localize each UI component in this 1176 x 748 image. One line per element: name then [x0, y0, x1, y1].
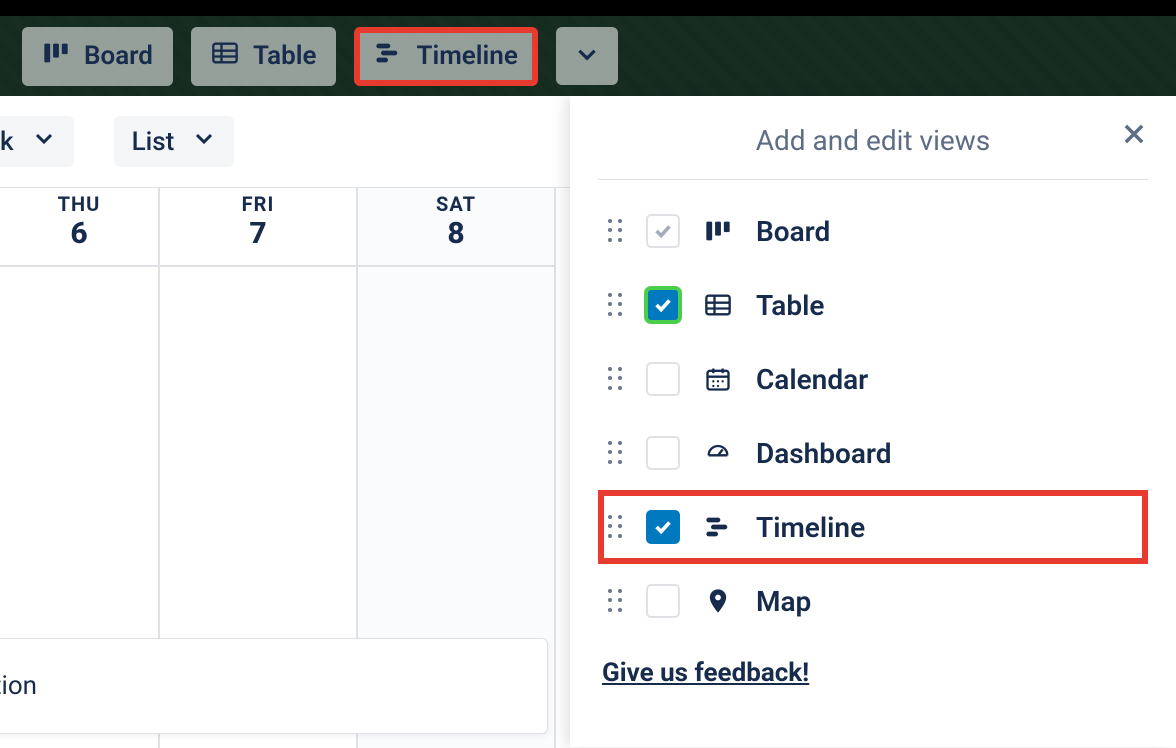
view-row-dashboard[interactable]: Dashboard: [598, 416, 1148, 490]
checkbox-calendar[interactable]: [646, 362, 680, 396]
panel-header: Add and edit views: [598, 124, 1148, 180]
timeline-card[interactable]: tion: [0, 638, 548, 734]
calendar-icon: [702, 365, 734, 393]
timeline-icon: [374, 39, 402, 74]
table-icon: [702, 291, 734, 319]
drag-handle-icon[interactable]: [608, 441, 624, 465]
table-icon: [211, 39, 239, 74]
chevron-down-icon: [32, 126, 56, 157]
list-button-label: List: [132, 127, 175, 157]
board-icon: [42, 39, 70, 74]
tab-table[interactable]: Table: [191, 27, 337, 86]
checkbox-map[interactable]: [646, 584, 680, 618]
tab-timeline-label: Timeline: [416, 41, 517, 71]
view-row-calendar[interactable]: Calendar: [598, 342, 1148, 416]
day-number: 8: [358, 216, 554, 251]
list-button[interactable]: List: [114, 116, 235, 167]
checkbox-table[interactable]: [646, 288, 680, 322]
map-pin-icon: [702, 587, 734, 615]
day-of-week: THU: [0, 192, 158, 216]
drag-handle-icon[interactable]: [608, 293, 624, 317]
dashboard-icon: [702, 439, 734, 467]
view-row-label: Timeline: [756, 511, 865, 544]
chevron-down-icon: [574, 41, 600, 71]
day-header: THU 6: [0, 188, 158, 267]
prev-button-label: k: [0, 127, 14, 157]
view-row-table[interactable]: Table: [598, 268, 1148, 342]
tab-board-label: Board: [84, 41, 153, 71]
view-row-label: Board: [756, 215, 830, 248]
day-header: FRI 7: [160, 188, 356, 267]
timeline-icon: [702, 513, 734, 541]
day-of-week: SAT: [358, 192, 554, 216]
checkbox-dashboard[interactable]: [646, 436, 680, 470]
day-of-week: FRI: [160, 192, 356, 216]
drag-handle-icon[interactable]: [608, 219, 624, 243]
view-list: Board Table Calendar Dashboard Timeline: [598, 180, 1148, 638]
checkbox-timeline[interactable]: [646, 510, 680, 544]
tab-timeline[interactable]: Timeline: [354, 27, 537, 86]
view-row-map[interactable]: Map: [598, 564, 1148, 638]
view-row-timeline[interactable]: Timeline: [598, 490, 1148, 564]
tab-more-dropdown[interactable]: [556, 27, 618, 85]
view-row-label: Calendar: [756, 363, 868, 396]
prev-button[interactable]: k: [0, 116, 74, 167]
drag-handle-icon[interactable]: [608, 515, 624, 539]
feedback-link-label: Give us feedback!: [602, 658, 809, 688]
panel-title: Add and edit views: [756, 124, 991, 157]
view-row-board[interactable]: Board: [598, 194, 1148, 268]
view-row-label: Map: [756, 585, 811, 618]
tab-board[interactable]: Board: [22, 27, 173, 86]
view-row-label: Table: [756, 289, 824, 322]
checkbox-board[interactable]: [646, 214, 680, 248]
timeline-card-tail: tion: [0, 671, 37, 701]
close-button[interactable]: [1120, 120, 1148, 152]
day-number: 7: [160, 216, 356, 251]
view-row-label: Dashboard: [756, 437, 892, 470]
board-icon: [702, 217, 734, 245]
chevron-down-icon: [192, 126, 216, 157]
add-edit-views-panel: Add and edit views Board Table Calendar: [570, 96, 1176, 747]
drag-handle-icon[interactable]: [608, 367, 624, 391]
close-icon: [1120, 133, 1148, 152]
top-black-bar: [0, 0, 1176, 16]
feedback-link[interactable]: Give us feedback!: [598, 658, 1148, 688]
tab-table-label: Table: [253, 41, 317, 71]
day-header: SAT 8: [358, 188, 554, 267]
day-number: 6: [0, 216, 158, 251]
view-tabs-bar: Board Table Timeline: [0, 16, 1176, 96]
drag-handle-icon[interactable]: [608, 589, 624, 613]
